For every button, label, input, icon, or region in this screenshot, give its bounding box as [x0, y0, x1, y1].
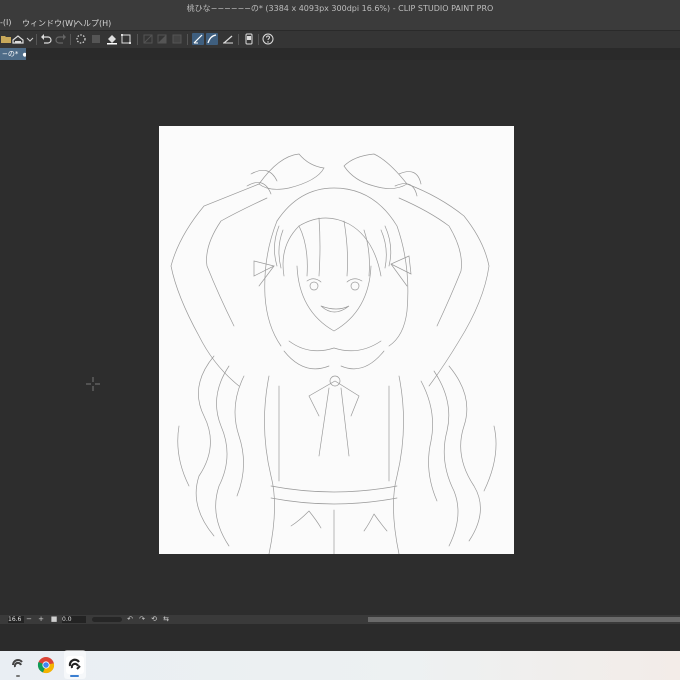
- document-tab[interactable]: −の* ●: [0, 48, 26, 60]
- toolbar-separator: [258, 34, 259, 45]
- zoom-out-button[interactable]: −: [25, 616, 33, 623]
- document-tab-label: −の*: [2, 50, 19, 58]
- redo-icon[interactable]: [55, 33, 67, 45]
- zoom-slider-handle[interactable]: ■: [50, 616, 58, 623]
- zoom-in-button[interactable]: +: [37, 616, 45, 623]
- menu-item-help[interactable]: ヘルプ(H): [75, 18, 111, 29]
- title-bar: 桃ひな−−−−−−の* (3384 x 4093px 300dpi 16.6%)…: [0, 0, 680, 16]
- line-art-sketch: [170, 153, 497, 555]
- toolbar-separator: [238, 34, 239, 45]
- taskbar-active-indicator: [70, 675, 79, 677]
- rotate-left-icon[interactable]: ↶: [126, 616, 134, 623]
- toolbar-separator: [187, 34, 188, 45]
- zoom-field[interactable]: 16.6: [8, 616, 24, 623]
- dropdown-icon[interactable]: [24, 33, 34, 45]
- help-icon[interactable]: [262, 33, 274, 45]
- document-tab-bar: −の* ●: [0, 48, 680, 60]
- status-bar: 16.6 − + ■ 0.0 ↶ ↷ ⟲ ⇆: [0, 615, 680, 624]
- window-bottom-frame: [0, 624, 680, 651]
- chrome-icon[interactable]: [37, 656, 55, 674]
- command-bar: [0, 30, 680, 49]
- rotate-right-icon[interactable]: ↷: [138, 616, 146, 623]
- fill-selection-icon[interactable]: [156, 33, 168, 45]
- toolbar-separator: [70, 34, 71, 45]
- device-icon[interactable]: [243, 33, 255, 45]
- taskbar-running-indicator: [16, 675, 20, 677]
- rotation-field[interactable]: 0.0: [62, 616, 86, 623]
- snap-to-ruler-icon[interactable]: [192, 33, 204, 45]
- crosshair-cursor-icon: [86, 376, 100, 391]
- invert-selection-icon[interactable]: [171, 33, 183, 45]
- menu-item-layer[interactable]: -(I): [0, 18, 12, 27]
- snap-to-special-ruler-icon[interactable]: [206, 33, 218, 45]
- window-title: 桃ひな−−−−−−の* (3384 x 4093px 300dpi 16.6%)…: [186, 3, 494, 13]
- menu-item-window[interactable]: ウィンドウ(W): [22, 18, 76, 29]
- horizontal-scrollbar[interactable]: [368, 617, 680, 622]
- drawing-canvas[interactable]: [159, 126, 514, 555]
- snap-to-grid-icon[interactable]: [222, 33, 234, 45]
- flip-horizontal-icon[interactable]: ⇆: [162, 616, 170, 623]
- clip-studio-paint-icon[interactable]: [66, 656, 84, 674]
- windows-taskbar: [0, 651, 680, 680]
- undo-icon[interactable]: [40, 33, 52, 45]
- rotation-slider[interactable]: [92, 617, 122, 622]
- reset-rotation-icon[interactable]: ⟲: [150, 616, 158, 623]
- canvas-area[interactable]: [0, 60, 680, 615]
- tab-modified-dot[interactable]: ●: [23, 52, 26, 58]
- toolbar-separator: [137, 34, 138, 45]
- transform-icon[interactable]: [120, 33, 132, 45]
- fill-icon[interactable]: [106, 33, 118, 45]
- toolbar-separator: [36, 34, 37, 45]
- hide-selection-icon[interactable]: [142, 33, 154, 45]
- menu-bar: -(I) ウィンドウ(W) ヘルプ(H): [0, 16, 680, 30]
- open-folder-icon[interactable]: [0, 33, 12, 45]
- clip-studio-icon[interactable]: [9, 656, 27, 674]
- save-icon[interactable]: [12, 33, 24, 45]
- clear-icon[interactable]: [90, 33, 102, 45]
- loading-icon[interactable]: [75, 33, 87, 45]
